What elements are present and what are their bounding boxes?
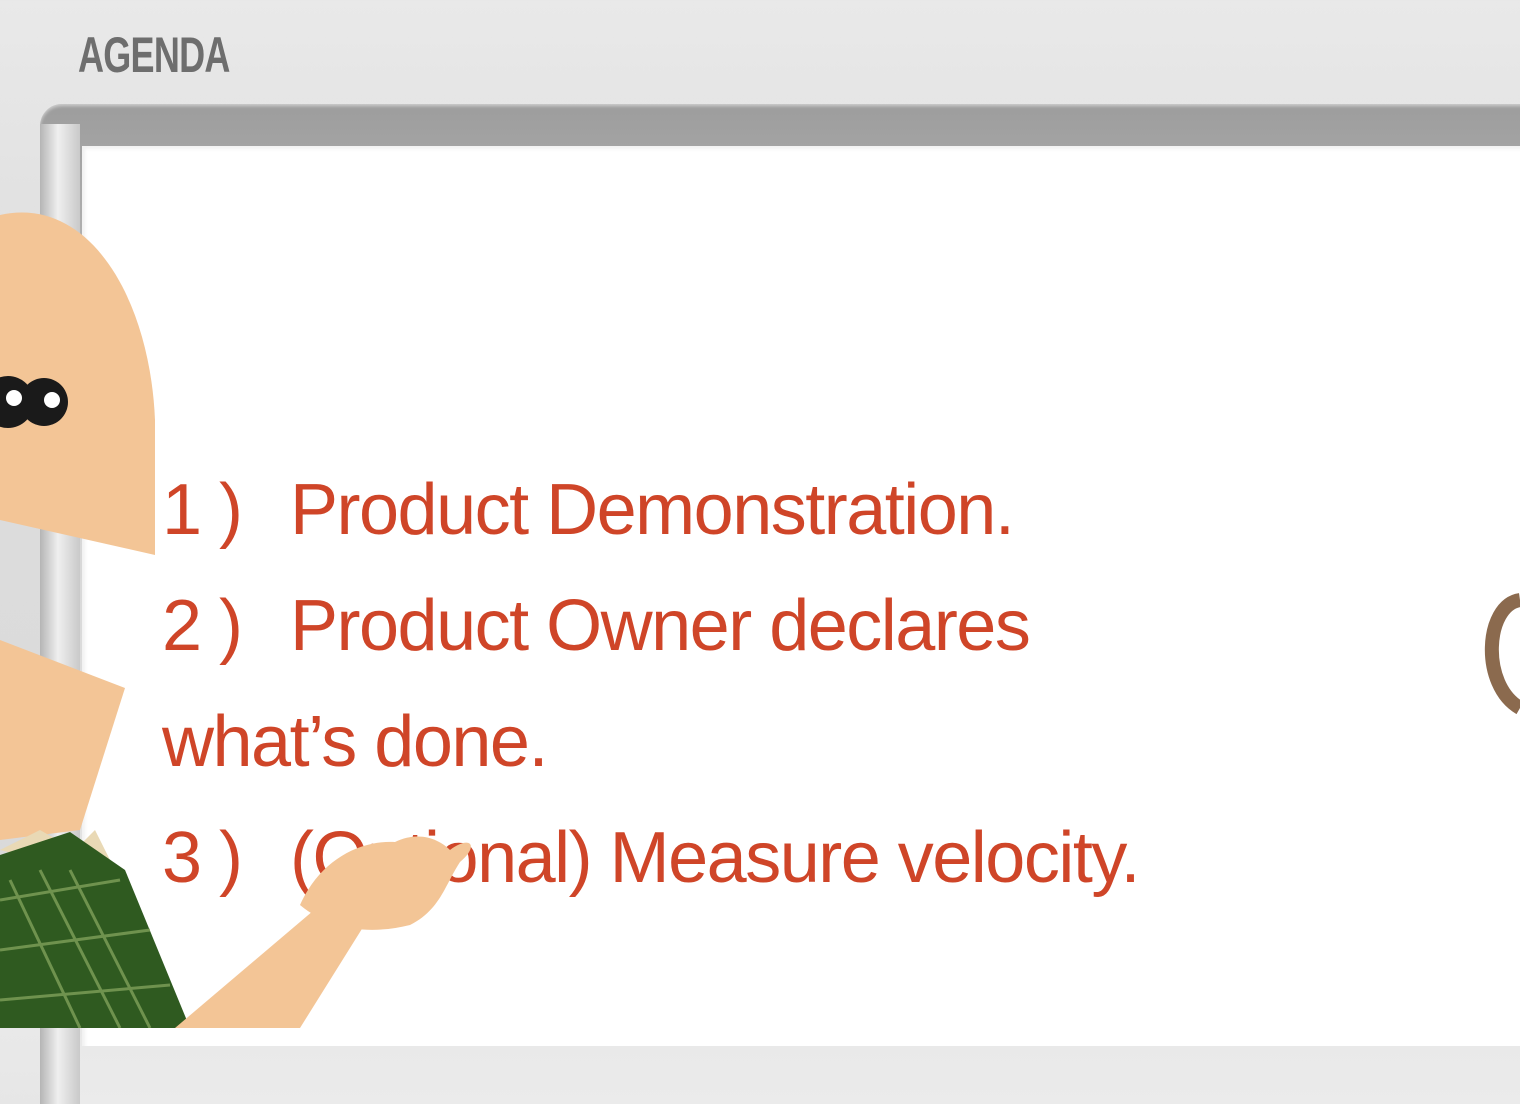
ring-decoration-icon [1484,593,1520,715]
presenter-character-illustration [0,212,471,1028]
